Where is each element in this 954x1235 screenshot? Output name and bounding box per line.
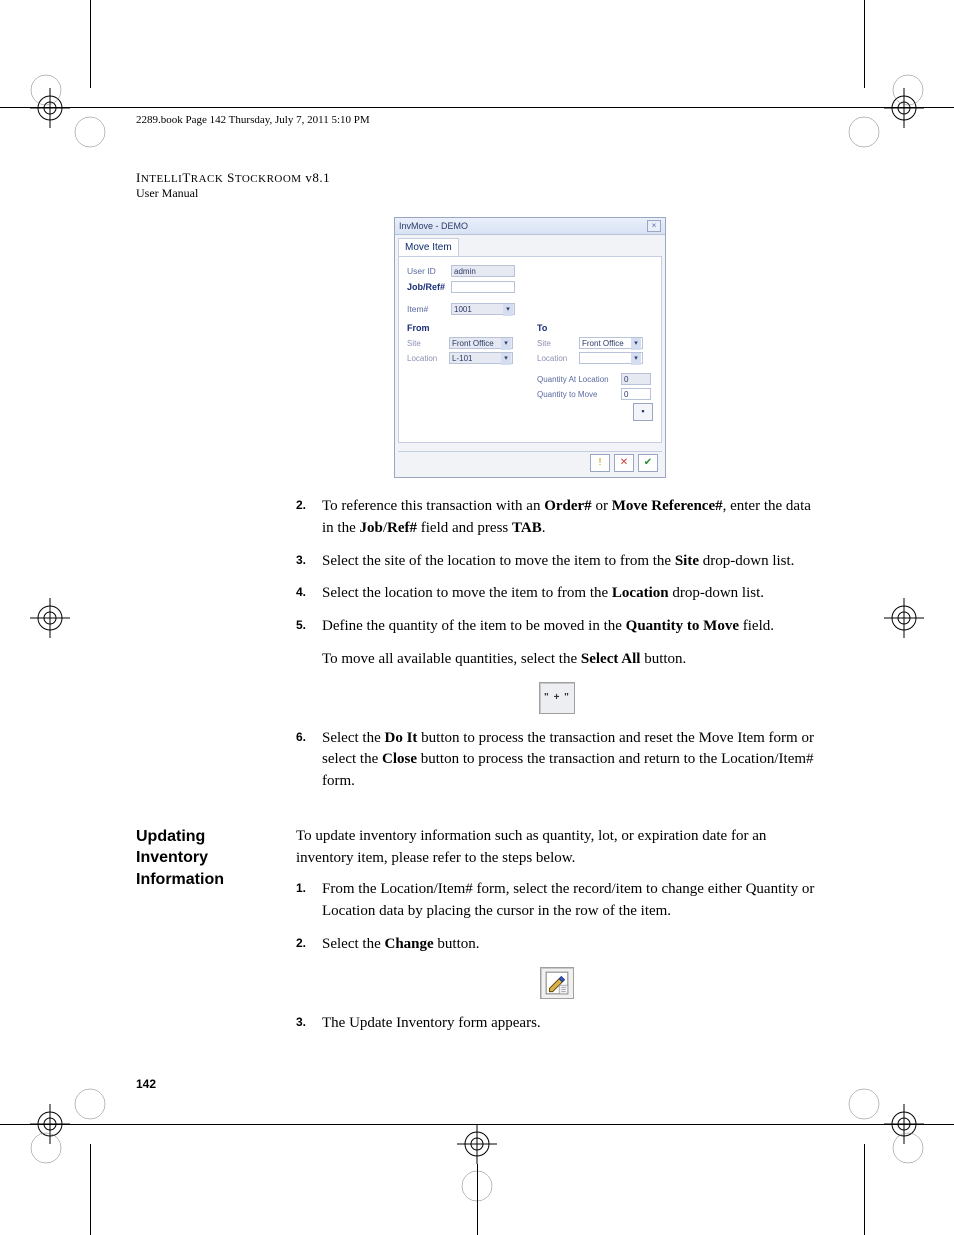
step-5: 5. Define the quantity of the item to be… — [296, 616, 818, 638]
do-it-button-icon[interactable]: ✔ — [638, 454, 658, 472]
from-location-label: Location — [407, 354, 449, 363]
doc-version: v8.1 — [305, 170, 330, 185]
to-section-label: To — [537, 323, 653, 333]
select-all-button[interactable]: ▪ — [633, 403, 653, 421]
item-label: Item# — [407, 304, 451, 314]
doc-subtitle: User Manual — [136, 186, 818, 201]
qty-at-location-field: 0 — [621, 373, 651, 385]
to-site-dropdown[interactable]: Front Office — [579, 337, 643, 349]
sec2-step-3: 3. The Update Inventory form appears. — [296, 1013, 818, 1035]
window-titlebar: InvMove - DEMO × — [395, 218, 665, 235]
item-dropdown[interactable]: 1001 — [451, 303, 515, 315]
from-location-dropdown[interactable]: L-101 — [449, 352, 513, 364]
step-2: 2. To reference this transaction with an… — [296, 496, 818, 540]
qty-to-move-label: Quantity to Move — [537, 390, 621, 399]
to-location-label: Location — [537, 354, 579, 363]
window-title: InvMove - DEMO — [399, 221, 468, 231]
user-id-label: User ID — [407, 266, 451, 276]
doc-title: INTELLITRACK STOCKROOM v8.1 — [136, 170, 818, 186]
running-header: 2289.book Page 142 Thursday, July 7, 201… — [136, 114, 818, 126]
to-site-label: Site — [537, 339, 579, 348]
tab-move-item[interactable]: Move Item — [398, 238, 459, 256]
close-button-icon[interactable]: ✕ — [614, 454, 634, 472]
select-all-icon: " + " — [539, 682, 575, 714]
sec2-step-1: 1. From the Location/Item# form, select … — [296, 879, 818, 923]
close-icon[interactable]: × — [647, 220, 661, 232]
step-6: 6. Select the Do It button to process th… — [296, 728, 818, 793]
change-button-icon — [540, 967, 574, 999]
section-intro: To update inventory information such as … — [296, 826, 818, 870]
jobref-label: Job/Ref# — [407, 282, 451, 292]
from-site-label: Site — [407, 339, 449, 348]
section-heading: Updating Inventory Information — [136, 826, 296, 891]
sec2-step-2: 2. Select the Change button. — [296, 934, 818, 956]
qty-to-move-field[interactable]: 0 — [621, 388, 651, 400]
user-id-field: admin — [451, 265, 515, 277]
from-site-dropdown[interactable]: Front Office — [449, 337, 513, 349]
jobref-field[interactable] — [451, 281, 515, 293]
to-location-dropdown[interactable] — [579, 352, 643, 364]
warning-icon[interactable]: ! — [590, 454, 610, 472]
step-4: 4. Select the location to move the item … — [296, 583, 818, 605]
move-item-screenshot: InvMove - DEMO × Move Item User ID admin… — [394, 217, 666, 478]
from-section-label: From — [407, 323, 523, 333]
page-number: 142 — [136, 1077, 156, 1091]
qty-at-location-label: Quantity At Location — [537, 375, 621, 384]
step-3: 3. Select the site of the location to mo… — [296, 551, 818, 573]
step-5-note: To move all available quantities, select… — [296, 649, 818, 671]
